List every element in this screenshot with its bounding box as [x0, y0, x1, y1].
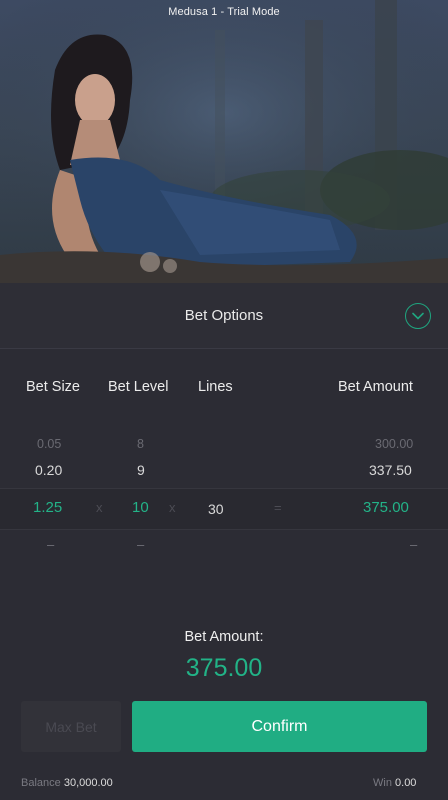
bet-size-option[interactable]: 0.20 [35, 462, 62, 478]
panel-title: Bet Options [184, 307, 264, 324]
balance-value: 30,000.00 [63, 777, 113, 789]
win-display: Win 0.00 [373, 777, 416, 789]
bet-amount-header: Bet Amount [338, 379, 413, 395]
bet-amount-selected[interactable]: 375.00 [363, 499, 409, 516]
bet-amount-option[interactable]: – [410, 537, 417, 552]
bet-amount-label: Bet Amount: [184, 629, 264, 645]
max-bet-button[interactable]: Max Bet [21, 701, 121, 752]
game-artwork: Medusa 1 - Trial Mode [0, 0, 448, 283]
game-title: Medusa 1 - Trial Mode [168, 6, 280, 18]
bet-level-option[interactable]: – [137, 537, 144, 552]
bet-level-selected[interactable]: 10 [132, 499, 149, 516]
bet-amount-total: 375.00 [185, 654, 263, 682]
bet-level-header: Bet Level [108, 379, 169, 395]
bet-level-option[interactable]: 8 [137, 437, 144, 451]
bet-options-header: Bet Options [0, 283, 448, 349]
bet-amount-option[interactable]: 337.50 [369, 462, 412, 478]
bet-size-selected[interactable]: 1.25 [33, 499, 62, 516]
confirm-button[interactable]: Confirm [132, 701, 427, 752]
medusa-artwork-illustration [0, 0, 448, 283]
equals-operator: = [274, 500, 282, 515]
bet-size-header: Bet Size [26, 379, 80, 395]
multiply-operator: x [169, 500, 176, 515]
lines-header: Lines [198, 379, 233, 395]
bet-size-option[interactable]: – [47, 537, 54, 552]
chevron-down-icon [412, 312, 424, 320]
win-label: Win [373, 777, 392, 789]
bet-size-option[interactable]: 0.05 [37, 437, 61, 451]
multiply-operator: x [96, 500, 103, 515]
bet-amount-option[interactable]: 300.00 [375, 437, 413, 451]
balance-label: Balance [21, 777, 61, 789]
win-value: 0.00 [395, 777, 417, 789]
balance-display: Balance 30,000.00 [21, 777, 113, 789]
lines-value: 30 [208, 501, 224, 517]
bet-level-option[interactable]: 9 [137, 462, 145, 478]
collapse-button[interactable] [405, 303, 431, 329]
